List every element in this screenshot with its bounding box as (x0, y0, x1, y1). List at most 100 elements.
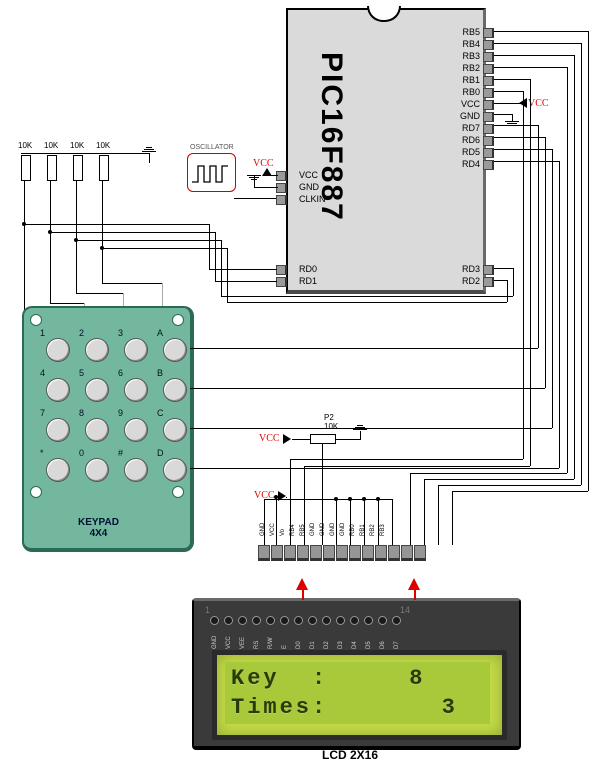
lcd-pin-hole (308, 616, 317, 625)
lcd-pin-hole (378, 616, 387, 625)
connector-pin-label: RB2 (370, 526, 376, 536)
wire (490, 67, 567, 68)
wire (438, 485, 581, 486)
keypad-button[interactable] (85, 458, 109, 482)
lcd-title: LCD 2X16 (322, 748, 378, 762)
wire (50, 232, 215, 233)
wire (492, 114, 512, 115)
wire (102, 283, 162, 284)
lcd-pin-label: VEE (240, 639, 246, 649)
wire (221, 240, 222, 296)
wire (190, 348, 538, 349)
connector-pad (414, 545, 426, 561)
keypad-4x4: 123A456B789C*0#D (22, 306, 194, 552)
connector-pin-label: GND (320, 526, 326, 536)
keypad-key-label: B (157, 368, 163, 378)
lcd-pin-label: D7 (394, 639, 400, 649)
ground-symbol (247, 175, 261, 180)
chip-pin-label: RB2 (440, 63, 480, 73)
connector-pad (258, 545, 270, 561)
keypad-key-label: D (157, 448, 164, 458)
connector-pad (362, 545, 374, 561)
connector-pad (401, 545, 413, 561)
lcd-pin-label: R/W (268, 639, 274, 649)
wire (567, 67, 568, 473)
connector-pad (349, 545, 361, 561)
connector-pad (323, 545, 335, 561)
keypad-button[interactable] (124, 458, 148, 482)
wire (227, 248, 228, 302)
chip-pin-stub (483, 28, 494, 38)
lcd-pin-label: D6 (380, 639, 386, 649)
wire (336, 439, 360, 440)
wire (304, 466, 530, 467)
wire (266, 175, 278, 176)
lcd-pin-label: RS (254, 639, 260, 649)
keypad-button[interactable] (46, 338, 70, 362)
chip-pin-stub (483, 112, 494, 122)
chip-pin-label: GND (440, 111, 480, 121)
chip-pin-label: CLKIN (299, 194, 339, 204)
keypad-button[interactable] (124, 378, 148, 402)
keypad-button[interactable] (85, 418, 109, 442)
keypad-mount-hole (172, 314, 184, 326)
chip-pin-stub (483, 100, 494, 110)
wire (490, 149, 552, 150)
keypad-button[interactable] (163, 458, 187, 482)
keypad-button[interactable] (124, 418, 148, 442)
lcd-pin-hole (252, 616, 261, 625)
chip-pin-stub (483, 160, 494, 170)
connector-pad (297, 545, 309, 561)
lcd-pin-label: VCC (226, 639, 232, 649)
keypad-button[interactable] (163, 338, 187, 362)
lcd-pin-row: GNDVCCVEERSR/WED0D1D2D3D4D5D6D7 (210, 612, 406, 640)
chip-pin-label: RD0 (299, 264, 339, 274)
lcd-pin-label: D5 (366, 639, 372, 649)
keypad-button[interactable] (46, 378, 70, 402)
vcc-label: VCC (259, 433, 280, 444)
chip-pin-label: RB5 (440, 27, 480, 37)
arrow-up-icon (408, 578, 420, 590)
chip-pin-stub (483, 88, 494, 98)
lcd-pin-hole (294, 616, 303, 625)
wire (559, 161, 560, 468)
wire (290, 459, 523, 460)
wire (190, 428, 552, 429)
wire (264, 499, 392, 500)
connector-pin-label: RB4 (290, 526, 296, 536)
chip-pin-stub (276, 171, 287, 181)
lcd-connector-header: GNDVCCVoRB4RB5GNDGNDGNDGNDRB0RB1RB2RB3 (258, 545, 460, 565)
chip-pin-stub (483, 64, 494, 74)
chip-pin-stub (483, 52, 494, 62)
connector-pad (271, 545, 283, 561)
connector-pin-label: GND (330, 526, 336, 536)
resistor-value: 10K (18, 141, 32, 150)
lcd-pin-label: D3 (338, 639, 344, 649)
wire (286, 497, 287, 498)
keypad-button[interactable] (163, 378, 187, 402)
keypad-mount-hole (172, 486, 184, 498)
lcd-pin-label: E (282, 639, 288, 649)
wire (538, 125, 539, 348)
keypad-button[interactable] (46, 418, 70, 442)
chip-pin-stub (483, 76, 494, 86)
wire (21, 153, 149, 154)
chip-pin-stub (483, 40, 494, 50)
chip-pin-label: RB0 (440, 87, 480, 97)
keypad-button[interactable] (85, 338, 109, 362)
resistor-value: 10K (70, 141, 84, 150)
wire (50, 303, 84, 304)
chip-pin-stub (483, 265, 494, 275)
wire (507, 280, 508, 302)
keypad-button[interactable] (46, 458, 70, 482)
keypad-button[interactable] (163, 418, 187, 442)
keypad-button[interactable] (85, 378, 109, 402)
wire (209, 269, 277, 270)
oscillator-block (187, 153, 236, 192)
wire (410, 473, 567, 474)
connector-pad (375, 545, 387, 561)
lcd-line-2: Times: 3 (231, 695, 484, 720)
lcd-pin-hole (392, 616, 401, 625)
connector-pad (388, 545, 400, 561)
keypad-button[interactable] (124, 338, 148, 362)
